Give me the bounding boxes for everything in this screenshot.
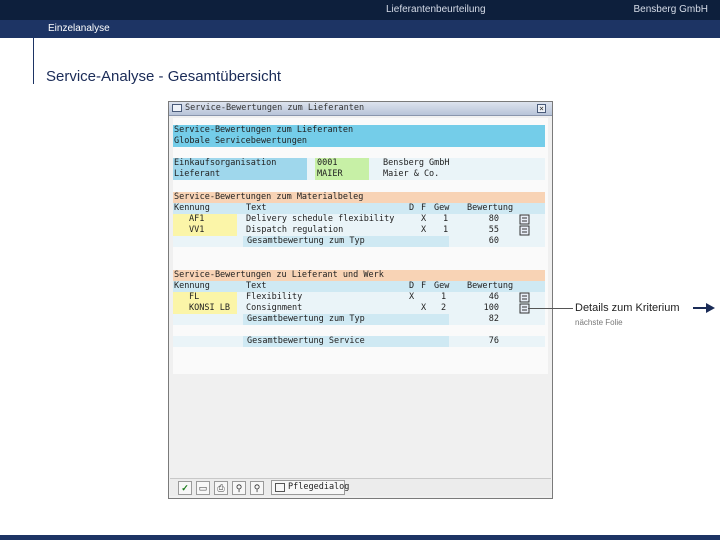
- service-total-row: Gesamtbewertung Service 76: [173, 336, 545, 347]
- criterion-score: 55: [488, 225, 499, 235]
- section-bar: Einzelanalyse: [0, 20, 720, 38]
- criterion-weight: 1: [443, 214, 449, 224]
- table-row[interactable]: AF1 Delivery schedule flexibility X 1 80: [173, 214, 545, 225]
- section-header: Service-Bewertungen zu Lieferant und Wer…: [173, 270, 545, 281]
- vendor-name: Maier & Co.: [383, 169, 440, 179]
- details-icon[interactable]: [519, 225, 531, 236]
- next-slide-hint: nächste Folie: [575, 318, 623, 327]
- criterion-code: FL: [173, 292, 237, 303]
- org-row: Einkaufsorganisation 0001 Bensberg GmbH: [173, 158, 545, 169]
- column-header: F: [421, 281, 427, 291]
- org-label: Einkaufsorganisation: [173, 158, 307, 169]
- criterion-code: KONSI LB: [173, 303, 237, 314]
- presentation-title: Lieferantenbeurteilung: [386, 4, 486, 15]
- column-header: Bewertung: [467, 281, 514, 291]
- criterion-text: Flexibility: [246, 292, 303, 302]
- service-total-label: Gesamtbewertung Service: [243, 336, 449, 347]
- section-title: Service-Bewertungen zu Lieferant und Wer…: [174, 270, 384, 280]
- service-total-value: 76: [488, 336, 499, 346]
- save-icon[interactable]: ▭: [196, 481, 210, 495]
- callout-line: [528, 308, 573, 309]
- arrow-head: [706, 303, 715, 313]
- vendor-row: Lieferant MAIER Maier & Co.: [173, 169, 545, 180]
- maintenance-label: Pflegedialog: [288, 482, 350, 492]
- window-icon: [172, 104, 182, 112]
- table-header: Kennung Text D F Gew Bewertung: [173, 203, 545, 214]
- criterion-weight: 1: [441, 292, 447, 302]
- criterion-weight: 1: [443, 225, 449, 235]
- column-header: D: [409, 203, 415, 213]
- header-bar: Lieferantenbeurteilung Bensberg GmbH: [0, 0, 720, 20]
- callout-text: Details zum Kriterium: [575, 302, 680, 314]
- column-header: Text: [246, 203, 267, 213]
- column-header: Kennung: [174, 203, 210, 213]
- criterion-score: 80: [488, 214, 499, 224]
- type-total-label: Gesamtbewertung zum Typ: [243, 236, 449, 247]
- find-next-icon[interactable]: ⚲: [250, 481, 264, 495]
- dialog-title-bar: Service-Bewertungen zum Lieferanten ×: [169, 102, 552, 116]
- table-row[interactable]: VV1 Dispatch regulation X 1 55: [173, 225, 545, 236]
- maintenance-button[interactable]: Pflegedialog: [271, 480, 349, 495]
- footer-bar: [0, 535, 720, 540]
- divider: [33, 38, 34, 84]
- vendor-value[interactable]: MAIER: [315, 169, 369, 180]
- section-header: Service-Bewertungen zum Lieferanten: [173, 125, 545, 136]
- dialog-content: Service-Bewertungen zum Lieferanten Glob…: [173, 118, 548, 374]
- criterion-score: 46: [488, 292, 499, 302]
- type-total-value: 60: [488, 236, 499, 246]
- org-value[interactable]: 0001: [315, 158, 369, 169]
- section-header: Service-Bewertungen zum Materialbeleg: [173, 192, 545, 203]
- criterion-weight: 2: [441, 303, 447, 313]
- section-subtitle: Globale Servicebewertungen: [174, 136, 308, 146]
- column-header: D: [409, 281, 415, 291]
- dialog-title: Service-Bewertungen zum Lieferanten: [185, 103, 365, 113]
- criterion-d: X: [409, 292, 415, 302]
- section-title: Service-Bewertungen zum Materialbeleg: [174, 192, 364, 202]
- column-header: Bewertung: [467, 203, 514, 213]
- vendor-label: Lieferant: [173, 169, 307, 180]
- type-total-value: 82: [488, 314, 499, 324]
- section-subheader: Globale Servicebewertungen: [173, 136, 545, 147]
- criterion-d: X: [421, 214, 427, 224]
- dialog-toolbar: ✓ ▭ ⎙ ⚲ ⚲ Pflegedialog: [170, 478, 551, 496]
- close-icon[interactable]: ×: [537, 104, 546, 113]
- page-title: Service-Analyse - Gesamtübersicht: [46, 68, 282, 85]
- column-header: Text: [246, 281, 267, 291]
- criterion-f: X: [421, 303, 427, 313]
- print-icon[interactable]: ⎙: [214, 481, 228, 495]
- criterion-text: Dispatch regulation: [246, 225, 344, 235]
- criterion-text: Delivery schedule flexibility: [246, 214, 395, 224]
- table-row[interactable]: KONSI LB Consignment X 2 100: [173, 303, 545, 314]
- section-label: Einzelanalyse: [48, 23, 110, 34]
- column-header: F: [421, 203, 427, 213]
- column-header: Gew: [434, 281, 450, 291]
- table-row[interactable]: FL Flexibility X 1 46: [173, 292, 545, 303]
- service-dialog: Service-Bewertungen zum Lieferanten × Se…: [168, 101, 553, 499]
- maintenance-icon: [275, 483, 285, 492]
- company-name: Bensberg GmbH: [633, 4, 708, 15]
- criterion-code: VV1: [173, 225, 237, 236]
- type-total-label: Gesamtbewertung zum Typ: [243, 314, 449, 325]
- criterion-score: 100: [483, 303, 499, 313]
- criterion-code: AF1: [173, 214, 237, 225]
- criterion-d: X: [421, 225, 427, 235]
- column-header: Kennung: [174, 281, 210, 291]
- section-title: Service-Bewertungen zum Lieferanten: [174, 125, 354, 135]
- total-row: Gesamtbewertung zum Typ 82: [173, 314, 545, 325]
- details-icon[interactable]: [519, 292, 531, 303]
- org-name: Bensberg GmbH: [383, 158, 450, 168]
- find-icon[interactable]: ⚲: [232, 481, 246, 495]
- check-icon[interactable]: ✓: [178, 481, 192, 495]
- total-row: Gesamtbewertung zum Typ 60: [173, 236, 545, 247]
- column-header: Gew: [434, 203, 450, 213]
- criterion-text: Consignment: [246, 303, 303, 313]
- table-header: Kennung Text D F Gew Bewertung: [173, 281, 545, 292]
- details-icon[interactable]: [519, 214, 531, 225]
